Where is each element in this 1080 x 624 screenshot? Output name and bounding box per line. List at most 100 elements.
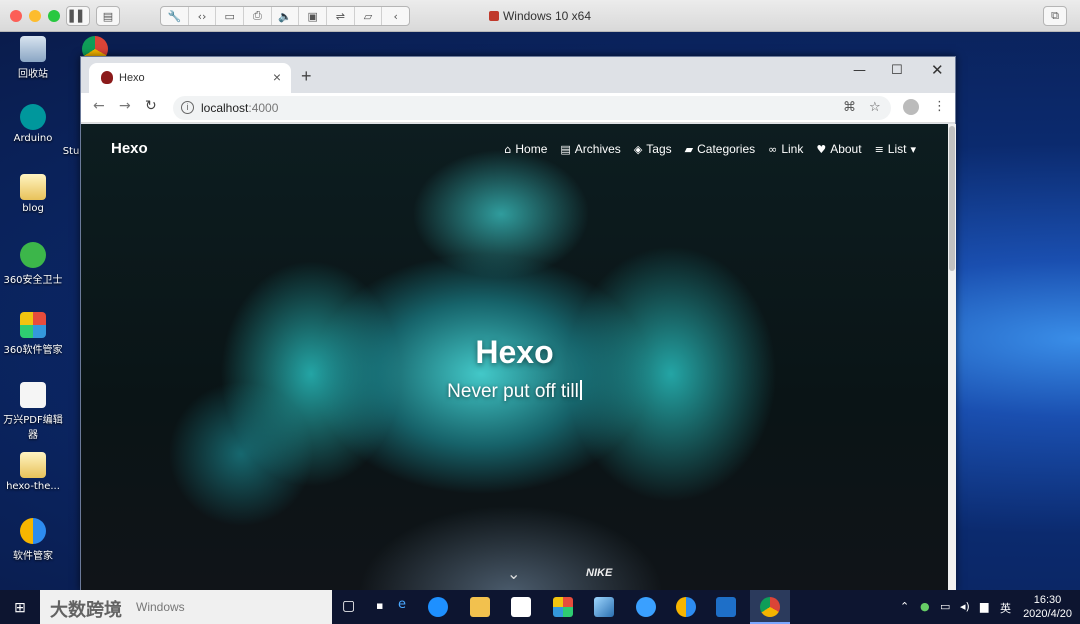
watermark-text: 大数跨境 (50, 600, 122, 621)
input-language[interactable]: 英 (1000, 600, 1011, 616)
minimize-icon[interactable]: — (853, 63, 866, 78)
search-placeholder: Windows (136, 600, 185, 614)
windows-taskbar: ⊞ 大数跨境 Windows ▢ ▪ e ⌃ ● ▭ ◂) ▆ 英 16:30 … (0, 590, 1080, 624)
software-manager-taskbar-icon[interactable] (676, 597, 696, 617)
clock-date: 2020/4/20 (1023, 608, 1072, 620)
nav-label: Link (781, 142, 804, 156)
desktop-icon-software-manager[interactable]: 软件管家 (0, 518, 66, 562)
drive-app-icon[interactable] (594, 597, 614, 617)
close-window-icon[interactable]: ✕ (931, 61, 944, 79)
taskbar-search[interactable]: 大数跨境 Windows (40, 590, 332, 624)
volume-icon[interactable]: ◂) (960, 600, 970, 613)
desktop-icon-label: 回收站 (18, 69, 48, 80)
page-viewport: Hexo ⌂ Home ▤ Archives ◈ Tags ▰ Categories ∞… (81, 124, 948, 592)
desktop-icon-label: blog (22, 203, 44, 214)
360-tray-icon[interactable]: ● (920, 600, 930, 613)
nav-label: About (830, 142, 862, 156)
desktop-icon-arduino[interactable]: Arduino (0, 104, 66, 144)
nav-label: Tags (646, 142, 672, 156)
url-text: localhost:4000 (201, 101, 279, 115)
browser-toolbar: ← → ↻ i localhost:4000 ⌘ ☆ ⋮ (81, 93, 955, 123)
home-icon: ⌂ (504, 142, 512, 156)
notification-icon[interactable]: ▆ (980, 600, 988, 613)
store-icon[interactable] (511, 597, 531, 617)
vm-titlebar: ▌▌ ▤ 🔧 ‹› ▭ ⎙ 🔈 ▣ ⇌ ▱ ‹ Windows 10 x64 ⧉ (0, 0, 1080, 32)
site-brand[interactable]: Hexo (111, 140, 148, 157)
360-software-icon (20, 312, 46, 338)
nav-link[interactable]: ∞ Link (768, 142, 803, 156)
ie-icon[interactable] (636, 597, 656, 617)
360-security-icon (20, 242, 46, 268)
maximize-icon[interactable]: ☐ (891, 63, 903, 78)
chrome-window: Hexo × + — ☐ ✕ ← → ↻ i localhost:4000 ⌘ … (80, 56, 956, 592)
profile-avatar-icon[interactable] (903, 99, 919, 115)
close-icon[interactable]: × (273, 69, 281, 85)
nav-home[interactable]: ⌂ Home (504, 142, 547, 156)
software-manager-icon (20, 518, 46, 544)
network-icon[interactable]: ▭ (940, 600, 950, 613)
desktop-icon-recycle-bin[interactable]: 回收站 (0, 36, 66, 80)
chevron-up-icon[interactable]: ⌃ (900, 600, 909, 613)
desktop-icon-hexo-theme[interactable]: hexo-the... (0, 452, 66, 492)
edge-mini-icon[interactable]: e (398, 597, 406, 612)
typing-caret (579, 380, 582, 400)
heart-icon: ♥ (816, 142, 827, 156)
nav-label: Categories (697, 142, 756, 156)
page-scrollbar[interactable] (948, 124, 956, 592)
forward-icon[interactable]: → (119, 98, 131, 114)
recycle-bin-icon (20, 36, 46, 62)
nav-tags[interactable]: ◈ Tags (634, 142, 672, 156)
desktop-icon-360-software[interactable]: 360软件管家 (0, 312, 66, 356)
scroll-down-chevron-icon[interactable]: ⌄ (507, 564, 520, 583)
info-icon[interactable]: i (181, 101, 194, 114)
chrome-icon (760, 597, 780, 617)
desktop-icon-360-security[interactable]: 360安全卫士 (0, 242, 66, 286)
translate-icon[interactable]: ⌘ (843, 100, 856, 115)
task-view-icon[interactable]: ▢ (342, 598, 355, 614)
nav-categories[interactable]: ▰ Categories (685, 142, 756, 156)
vm-icon (488, 11, 499, 21)
desktop-icon-pdf-editor[interactable]: 万兴PDF编辑器 (0, 382, 66, 441)
tags-icon: ◈ (633, 142, 643, 156)
edge-icon[interactable] (428, 597, 448, 617)
tab-title: Hexo (119, 72, 145, 84)
folder-icon (20, 452, 46, 478)
desktop-icon-label: 360软件管家 (3, 345, 63, 356)
start-button[interactable]: ⊞ (0, 590, 40, 624)
star-icon[interactable]: ☆ (869, 100, 881, 115)
nav-label: Archives (574, 142, 621, 156)
address-bar[interactable]: i localhost:4000 ⌘ ☆ (173, 96, 891, 120)
desktop-icon-label: Stu (62, 146, 80, 157)
vscode-icon[interactable] (716, 597, 736, 617)
reload-icon[interactable]: ↻ (145, 98, 157, 114)
nav-list[interactable]: ≡ List ▾ (875, 142, 916, 156)
desktop-icon-blog[interactable]: blog (0, 174, 66, 214)
store-mini-icon[interactable]: ▪ (376, 599, 383, 612)
menu-kebab-icon[interactable]: ⋮ (933, 99, 946, 114)
desktop-icon-label: 软件管家 (13, 551, 53, 562)
nav-label: List (887, 142, 907, 156)
nav-archives[interactable]: ▤ Archives (560, 142, 620, 156)
clock-time: 16:30 (1033, 594, 1062, 606)
nav-about[interactable]: ♥ About (816, 142, 861, 156)
arduino-icon (20, 104, 46, 130)
tab-strip: Hexo × + — ☐ ✕ (81, 57, 955, 93)
desktop-icon-label: 360安全卫士 (3, 275, 63, 286)
tab-hexo[interactable]: Hexo × (89, 63, 291, 93)
folder-icon (20, 174, 46, 200)
file-explorer-icon[interactable] (470, 597, 490, 617)
folder-open-icon: ▰ (684, 142, 694, 156)
back-icon[interactable]: ← (93, 98, 105, 114)
clock[interactable]: 16:30 2020/4/20 (1023, 593, 1072, 621)
hero-title: Hexo (475, 334, 554, 370)
link-icon: ∞ (768, 142, 778, 156)
new-tab-button[interactable]: + (301, 66, 312, 87)
git-app-icon[interactable] (553, 597, 573, 617)
chrome-taskbar-button[interactable] (750, 590, 790, 624)
desktop-icon-label: Arduino (13, 133, 53, 144)
nav-label: Home (515, 142, 548, 156)
hero-subtitle: Never put off till (81, 380, 948, 403)
pdf-editor-icon (20, 382, 46, 408)
scrollbar-thumb[interactable] (949, 126, 955, 271)
restore-icon[interactable]: ⧉ (1043, 6, 1067, 26)
